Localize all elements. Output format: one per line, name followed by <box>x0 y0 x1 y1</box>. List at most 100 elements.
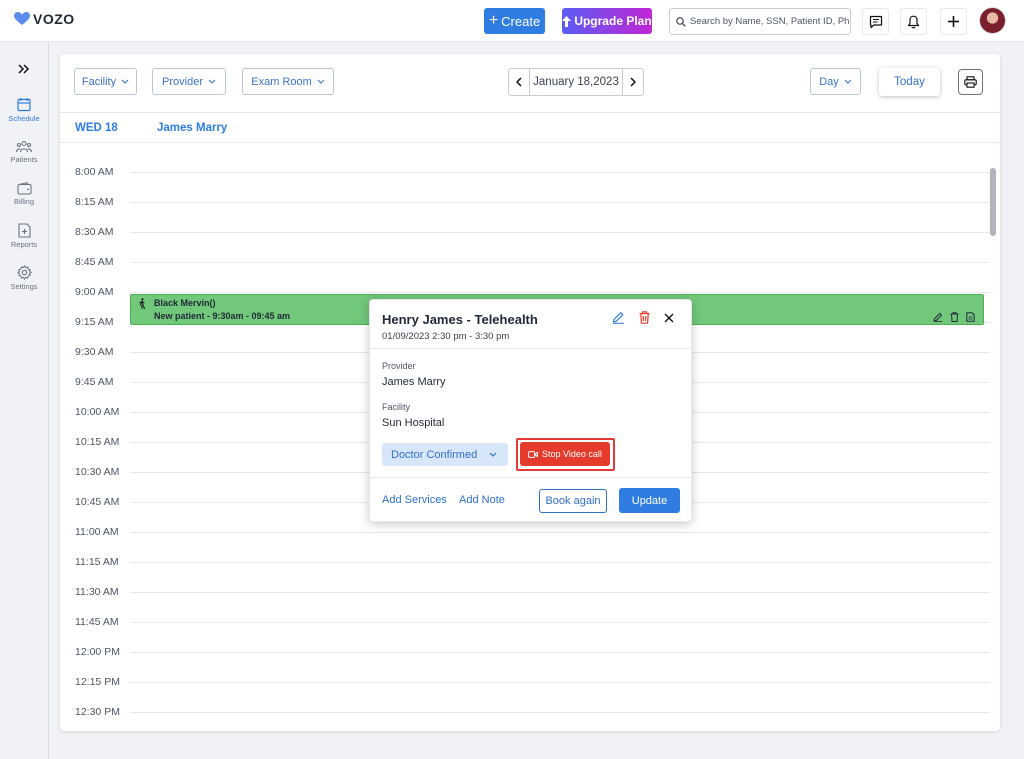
add-note-link[interactable]: Add Note <box>459 494 505 506</box>
create-button[interactable]: + Create <box>484 8 545 34</box>
day-label: WED 18 <box>75 122 118 134</box>
sidebar-item-settings[interactable]: Settings <box>0 265 48 291</box>
status-value: Doctor Confirmed <box>391 448 478 461</box>
time-slot-line <box>130 562 990 563</box>
messages-button[interactable] <box>862 8 889 35</box>
edit-icon[interactable] <box>933 312 943 322</box>
trash-icon[interactable] <box>639 311 650 324</box>
heart-logo-icon <box>14 12 30 25</box>
time-slot-line <box>130 232 990 233</box>
time-label: 9:45 AM <box>75 376 114 388</box>
provider-label: Provider <box>382 361 416 371</box>
time-slot-line <box>130 202 990 203</box>
add-services-link[interactable]: Add Services <box>382 494 447 506</box>
provider-filter-label: Provider <box>162 75 203 88</box>
chevron-down-icon <box>208 79 216 84</box>
double-chevron-right-icon <box>18 64 30 74</box>
sidebar-expand-toggle[interactable] <box>15 61 33 77</box>
time-slot-row[interactable]: 11:45 AM <box>60 616 990 652</box>
time-slot-line <box>130 172 990 173</box>
time-slot-line <box>130 532 990 533</box>
today-button[interactable]: Today <box>879 68 940 96</box>
time-label: 8:30 AM <box>75 226 114 238</box>
facility-filter[interactable]: Facility <box>74 68 137 95</box>
logo-text: VOZO <box>33 11 75 27</box>
edit-icon[interactable] <box>612 311 625 324</box>
update-button[interactable]: Update <box>619 488 680 513</box>
time-label: 10:00 AM <box>75 406 120 418</box>
chevron-down-icon <box>844 79 852 84</box>
sidebar-item-label: Reports <box>10 240 38 249</box>
upgrade-label: Upgrade Plan <box>574 14 652 28</box>
time-slot-row[interactable]: 8:45 AM <box>60 256 990 292</box>
upgrade-plan-button[interactable]: Upgrade Plan <box>562 8 652 34</box>
time-slot-line <box>130 682 990 683</box>
time-slot-row[interactable]: 11:30 AM <box>60 586 990 622</box>
time-slot-row[interactable]: 12:15 PM <box>60 676 990 712</box>
time-slot-row[interactable]: 11:15 AM <box>60 556 990 592</box>
popup-title: Henry James - Telehealth <box>382 312 538 327</box>
time-label: 10:30 AM <box>75 466 120 478</box>
time-slot-line <box>130 592 990 593</box>
divider <box>60 142 1000 143</box>
time-label: 9:15 AM <box>75 316 114 328</box>
chevron-down-icon <box>317 79 325 84</box>
chevron-left-icon <box>516 77 522 87</box>
search-icon <box>676 16 686 27</box>
provider-filter[interactable]: Provider <box>152 68 226 95</box>
divider <box>370 348 691 349</box>
appointment-description: New patient - 9:30am - 09:45 am <box>154 311 291 321</box>
user-avatar[interactable] <box>979 7 1006 34</box>
time-label: 8:45 AM <box>75 256 114 268</box>
trash-icon[interactable] <box>950 312 959 322</box>
time-label: 11:30 AM <box>75 586 119 598</box>
time-label: 9:30 AM <box>75 346 114 358</box>
sidebar-item-billing[interactable]: Billing <box>0 182 48 206</box>
status-dropdown[interactable]: Doctor Confirmed <box>382 443 508 466</box>
facility-filter-label: Facility <box>81 75 117 88</box>
stop-video-call-button[interactable]: Stop Video call <box>520 442 610 466</box>
time-label: 12:30 PM <box>75 706 120 718</box>
current-date[interactable]: January 18,2023 <box>529 69 623 95</box>
exam-room-filter[interactable]: Exam Room <box>242 68 334 95</box>
notifications-button[interactable] <box>900 8 927 35</box>
time-label: 8:15 AM <box>75 196 114 208</box>
sidebar-item-reports[interactable]: Reports <box>0 223 48 249</box>
time-slot-row[interactable]: 12:30 PM <box>60 706 990 731</box>
scrollbar[interactable] <box>990 168 996 236</box>
arrow-up-icon <box>562 15 572 27</box>
sidebar-item-label: Patients <box>10 155 38 164</box>
document-icon[interactable] <box>966 312 975 322</box>
print-button[interactable] <box>958 69 983 95</box>
book-again-button[interactable]: Book again <box>539 489 607 513</box>
search-box[interactable] <box>669 8 851 35</box>
appointment-patient-name: Black Mervin() <box>154 298 216 308</box>
add-button[interactable] <box>940 8 967 35</box>
divider <box>370 477 691 478</box>
sidebar-item-patients[interactable]: Patients <box>0 140 48 164</box>
create-label: Create <box>501 13 541 29</box>
time-slot-row[interactable]: 8:30 AM <box>60 226 990 262</box>
time-slot-row[interactable]: 12:00 PM <box>60 646 990 682</box>
calendar-icon <box>17 98 31 112</box>
exam-room-filter-label: Exam Room <box>251 75 312 88</box>
view-select[interactable]: Day <box>810 68 861 95</box>
time-label: 12:00 PM <box>75 646 120 658</box>
plus-icon <box>948 16 959 27</box>
time-slot-line <box>130 622 990 623</box>
video-camera-icon <box>528 450 538 458</box>
close-icon[interactable] <box>664 313 674 323</box>
previous-day-button[interactable] <box>509 69 529 95</box>
chat-icon <box>869 15 882 28</box>
search-input[interactable] <box>690 16 850 27</box>
time-slot-row[interactable]: 8:15 AM <box>60 196 990 232</box>
time-label: 9:00 AM <box>75 286 114 298</box>
gear-icon <box>16 265 32 280</box>
time-label: 8:00 AM <box>75 166 114 178</box>
time-slot-row[interactable]: 8:00 AM <box>60 166 990 202</box>
time-slot-row[interactable]: 11:00 AM <box>60 526 990 562</box>
next-day-button[interactable] <box>623 69 643 95</box>
logo[interactable]: VOZO <box>14 11 75 27</box>
sidebar-item-schedule[interactable]: Schedule <box>0 97 48 123</box>
time-label: 10:15 AM <box>75 436 120 448</box>
